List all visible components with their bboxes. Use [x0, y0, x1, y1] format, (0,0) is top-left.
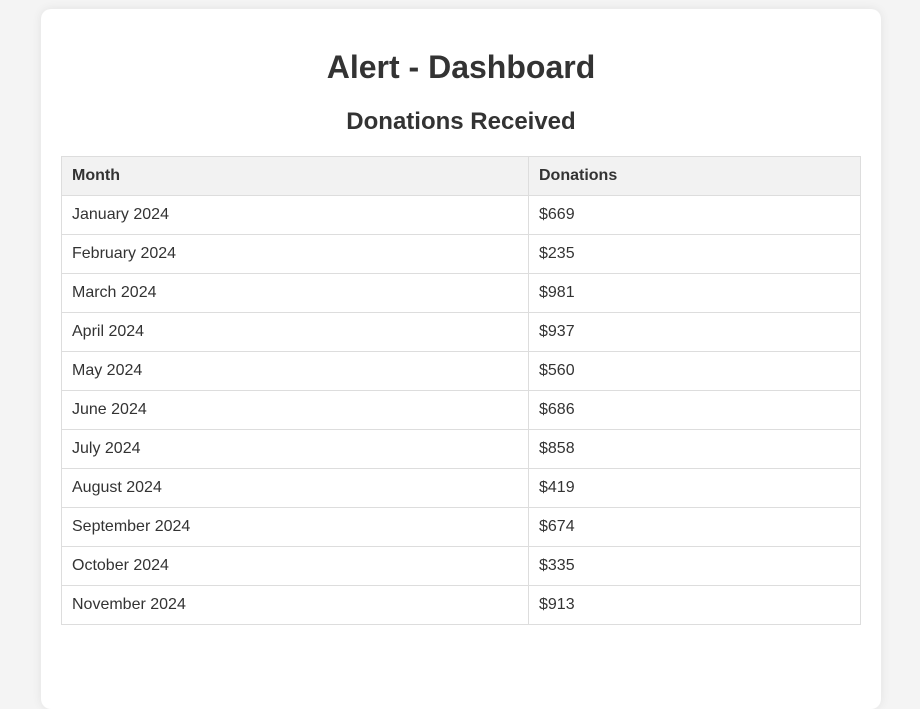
- donations-cell: $686: [528, 390, 861, 430]
- month-cell: August 2024: [61, 468, 529, 508]
- donations-cell: $674: [528, 507, 861, 547]
- month-cell: April 2024: [61, 312, 529, 352]
- donations-cell: $913: [528, 585, 861, 625]
- donations-cell: $669: [528, 195, 861, 235]
- donations-table: Month Donations January 2024 $669 Februa…: [61, 156, 861, 625]
- donations-cell: $937: [528, 312, 861, 352]
- table-row: July 2024 $858: [61, 429, 861, 469]
- month-cell: May 2024: [61, 351, 529, 391]
- donations-cell: $981: [528, 273, 861, 313]
- month-cell: July 2024: [61, 429, 529, 469]
- column-header-month: Month: [61, 156, 529, 196]
- table-row: March 2024 $981: [61, 273, 861, 313]
- table-row: June 2024 $686: [61, 390, 861, 430]
- month-cell: November 2024: [61, 585, 529, 625]
- section-title: Donations Received: [346, 108, 576, 135]
- page-title: Alert - Dashboard: [326, 49, 596, 85]
- donations-cell: $560: [528, 351, 861, 391]
- donations-cell: $419: [528, 468, 861, 508]
- table-row: April 2024 $937: [61, 312, 861, 352]
- column-header-donations: Donations: [528, 156, 861, 196]
- month-cell: March 2024: [61, 273, 529, 313]
- table-row: January 2024 $669: [61, 195, 861, 235]
- table-row: September 2024 $674: [61, 507, 861, 547]
- donations-cell: $235: [528, 234, 861, 274]
- month-cell: January 2024: [61, 195, 529, 235]
- table-row: August 2024 $419: [61, 468, 861, 508]
- table-row: November 2024 $913: [61, 585, 861, 625]
- table-row: October 2024 $335: [61, 546, 861, 586]
- table-header-row: Month Donations: [61, 156, 861, 196]
- donations-cell: $335: [528, 546, 861, 586]
- table-row: May 2024 $560: [61, 351, 861, 391]
- month-cell: September 2024: [61, 507, 529, 547]
- donations-cell: $858: [528, 429, 861, 469]
- month-cell: June 2024: [61, 390, 529, 430]
- table-row: February 2024 $235: [61, 234, 861, 274]
- month-cell: February 2024: [61, 234, 529, 274]
- month-cell: October 2024: [61, 546, 529, 586]
- dashboard-card: Alert - Dashboard Donations Received Mon…: [41, 9, 881, 709]
